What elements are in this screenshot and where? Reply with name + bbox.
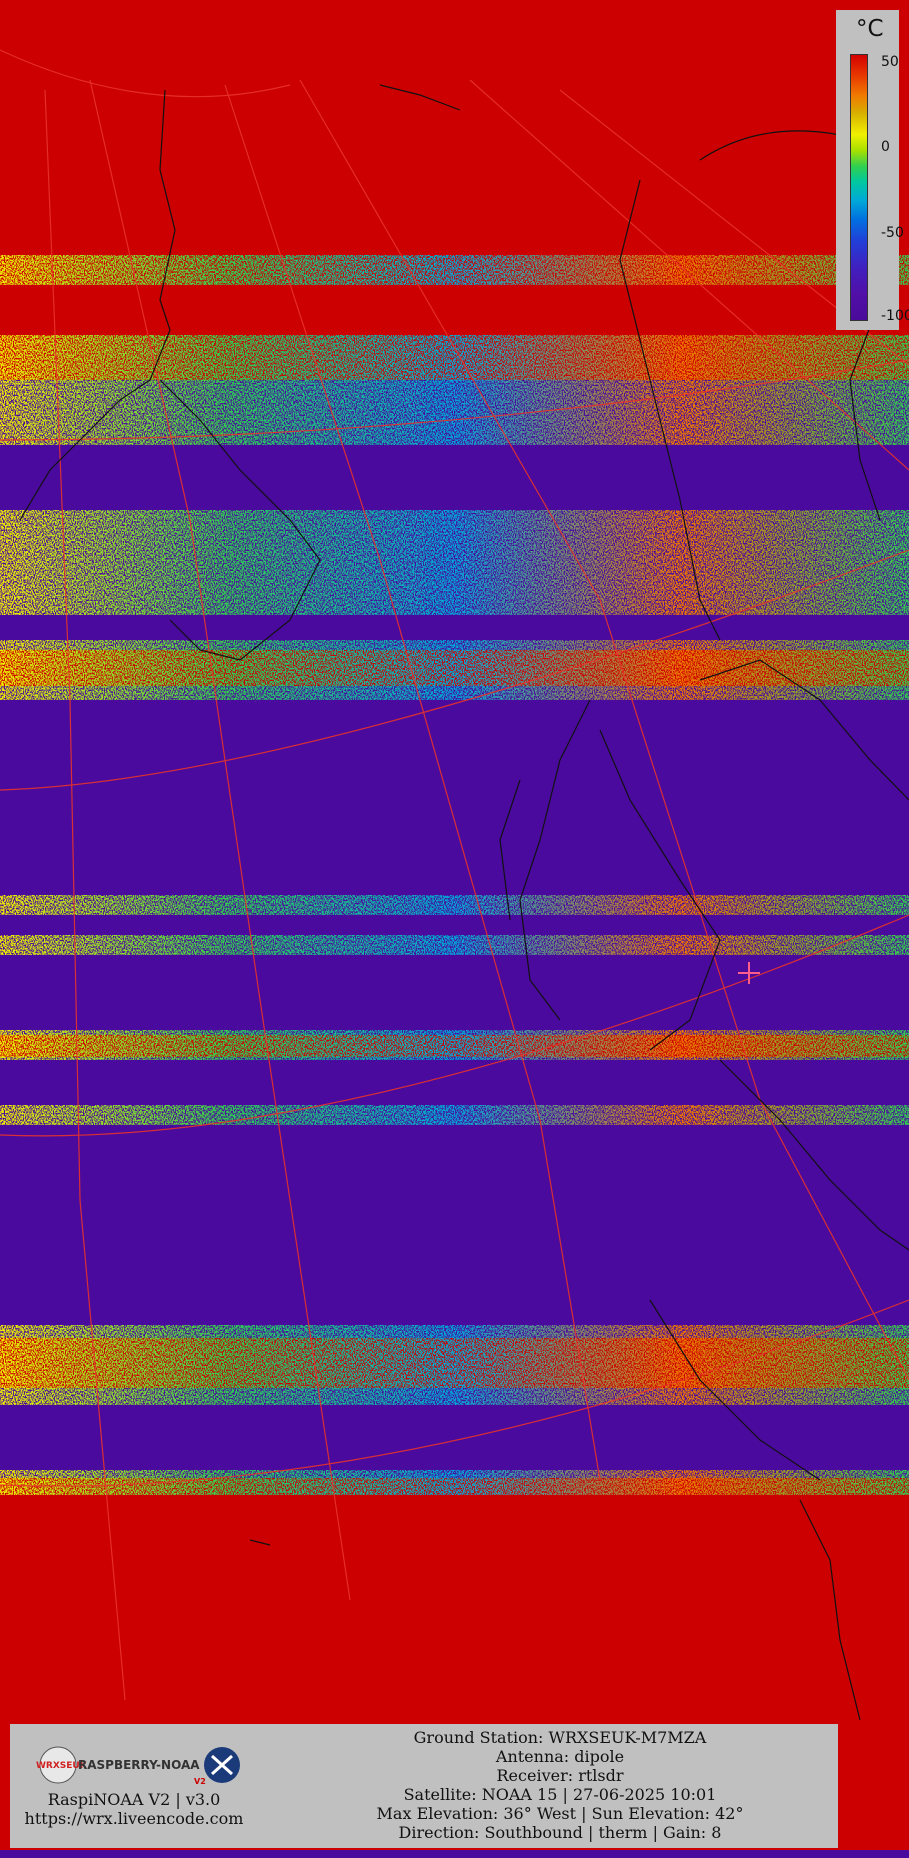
app-version: RaspiNOAA V2 | v3.0 <box>47 1790 221 1809</box>
scale-tick-minus100: -100 <box>881 308 909 324</box>
scale-tick-minus50: -50 <box>881 225 904 241</box>
satellite-info: Satellite: NOAA 15 | 27-06-2025 10:01 <box>403 1785 717 1804</box>
station-url[interactable]: https://wrx.liveencode.com <box>10 1809 258 1828</box>
logo-text-raspberry: RASPBERRY-NOAA <box>78 1758 200 1772</box>
raspberry-noaa-logo: WRXSEUK RASPBERRY-NOAA V2 <box>36 1746 240 1786</box>
scale-unit: °C <box>856 16 884 42</box>
elevation-info: Max Elevation: 36° West | Sun Elevation:… <box>376 1804 744 1823</box>
satellite-thermal-image <box>0 0 909 1858</box>
ground-station: Ground Station: WRXSEUK-M7MZA <box>413 1728 707 1747</box>
receiver: Receiver: rtlsdr <box>496 1766 624 1785</box>
scale-color-bar <box>850 54 868 321</box>
temperature-scale: °C 50 0 -50 -100 <box>836 10 909 330</box>
scale-tick-50: 50 <box>881 54 899 70</box>
antenna: Antenna: dipole <box>495 1747 625 1766</box>
info-footer: WRXSEUK RASPBERRY-NOAA V2 RaspiNOAA V2 |… <box>10 1724 838 1848</box>
direction-info: Direction: Southbound | therm | Gain: 8 <box>398 1823 722 1842</box>
scale-tick-0: 0 <box>881 139 890 155</box>
logo-text-v2: V2 <box>194 1777 206 1786</box>
bottom-strip <box>0 1850 909 1858</box>
